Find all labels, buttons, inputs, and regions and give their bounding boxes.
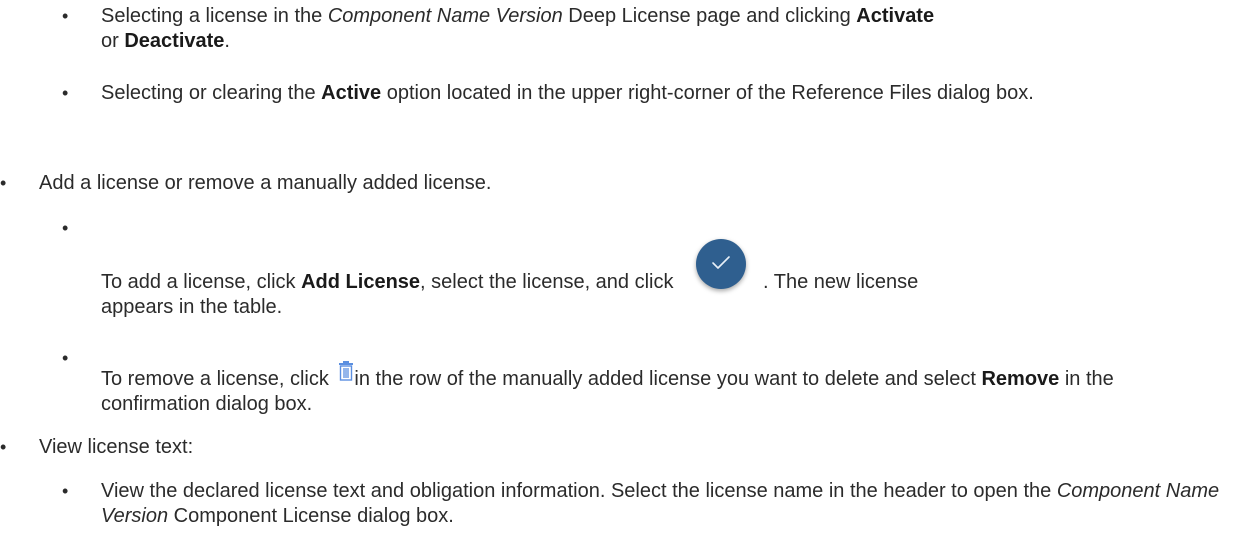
list-item-text: To remove a license, click in the row of… bbox=[101, 361, 1141, 417]
active-label: Active bbox=[321, 82, 382, 104]
activate-label: Activate bbox=[856, 5, 935, 27]
list-item-text: View license text: bbox=[39, 436, 194, 458]
bullet: • bbox=[62, 83, 69, 103]
trash-icon bbox=[338, 361, 354, 381]
list-item-text: Selecting or clearing the Active option … bbox=[101, 82, 1034, 104]
list-item-text: Add a license or remove a manually added… bbox=[39, 172, 492, 194]
bullet: • bbox=[0, 173, 7, 193]
bullet: • bbox=[0, 437, 7, 457]
deactivate-label: Deactivate bbox=[124, 30, 225, 52]
bullet: • bbox=[62, 6, 69, 26]
list-item-text: View the declared license text and oblig… bbox=[101, 480, 1220, 527]
list-item-text-cont: . The new license appears in the table. bbox=[101, 271, 919, 318]
component-name-version: Component Name Version bbox=[327, 5, 563, 27]
remove-label: Remove bbox=[981, 368, 1060, 390]
check-icon bbox=[712, 256, 730, 269]
bullet: • bbox=[62, 481, 69, 501]
bullet: • bbox=[62, 348, 69, 368]
bullet: • bbox=[62, 218, 69, 238]
list-item-text: Selecting a license in the Component Nam… bbox=[101, 5, 935, 52]
